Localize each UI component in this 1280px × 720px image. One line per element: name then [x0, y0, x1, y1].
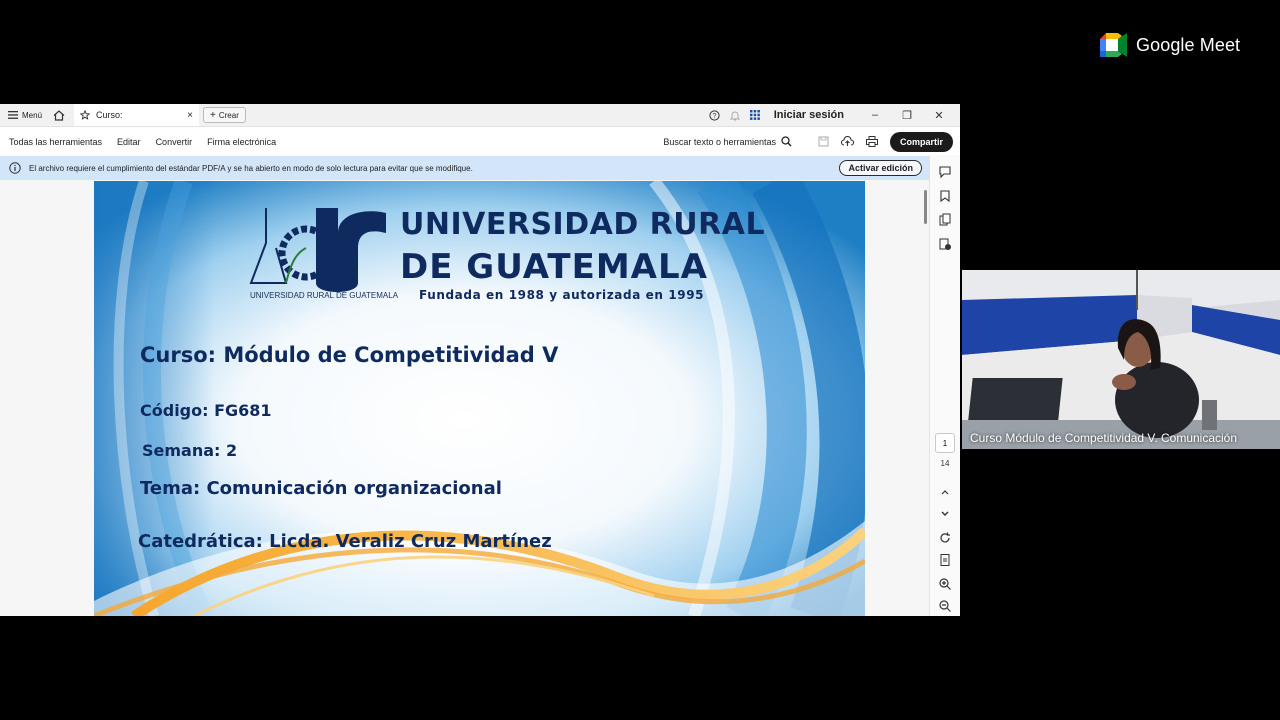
week-number: Semana: 2 [142, 441, 238, 460]
cloud-upload-icon[interactable] [840, 136, 854, 147]
create-button[interactable]: + Crear [203, 107, 246, 123]
share-button[interactable]: Compartir [889, 131, 953, 152]
search-tools-label: Buscar texto o herramientas [663, 136, 776, 147]
hamburger-icon [8, 111, 18, 119]
chevron-up-icon[interactable] [938, 485, 952, 499]
notification-bell-icon[interactable] [729, 110, 740, 121]
comment-icon[interactable] [938, 165, 952, 179]
teacher-name: Catedrática: Licda. Veraliz Cruz Martíne… [138, 531, 552, 552]
apps-grid-icon[interactable] [749, 110, 760, 120]
vertical-scrollbar[interactable] [924, 190, 927, 224]
all-tools-button[interactable]: Todas las herramientas [9, 137, 102, 147]
zoom-out-icon[interactable] [938, 599, 952, 613]
activate-editing-button[interactable]: Activar edición [839, 160, 922, 176]
search-icon [781, 136, 792, 147]
current-page-indicator[interactable]: 1 [935, 433, 955, 453]
university-name-line2: DE GUATEMALA [400, 247, 708, 287]
topic: Tema: Comunicación organizacional [140, 478, 502, 499]
edit-button[interactable]: Editar [117, 137, 141, 147]
zoom-in-icon[interactable] [938, 577, 952, 591]
founded-text: Fundada en 1988 y autorizada en 1995 [419, 288, 705, 302]
refresh-icon[interactable] [938, 531, 952, 545]
google-meet-logo-icon [1100, 33, 1127, 57]
close-tab-icon[interactable]: × [187, 110, 193, 121]
google-meet-brand: Google Meet [1100, 33, 1240, 57]
svg-text:?: ? [712, 113, 716, 120]
esign-button[interactable]: Firma electrónica [207, 137, 276, 147]
info-icon [9, 162, 21, 174]
security-icon[interactable] [938, 237, 952, 251]
close-window-icon[interactable]: ✕ [928, 109, 950, 122]
course-title: Curso: Módulo de Competitividad V [140, 343, 559, 367]
main-toolbar: Todas las herramientas Editar Convertir … [0, 127, 960, 156]
university-name-line1: UNIVERSIDAD RURAL [400, 207, 766, 242]
title-bar: Menú Curso: × + Crear ? Iniciar sesión –… [0, 104, 960, 127]
sign-in-button[interactable]: Iniciar sesión [774, 109, 844, 121]
pages-icon[interactable] [938, 213, 952, 227]
right-tools-rail: 1 14 [929, 155, 960, 616]
plus-icon: + [210, 109, 216, 121]
info-message: El archivo requiere el cumplimiento del … [29, 163, 473, 173]
menu-button[interactable]: Menú [0, 111, 50, 120]
bookmark-icon[interactable] [938, 189, 952, 203]
home-icon [53, 109, 65, 121]
help-icon[interactable]: ? [709, 109, 720, 121]
home-button[interactable] [50, 109, 68, 121]
participant-video [962, 270, 1280, 449]
university-logo-icon [249, 208, 386, 292]
save-icon[interactable] [818, 136, 829, 147]
restore-icon[interactable]: ❐ [896, 109, 918, 122]
convert-button[interactable]: Convertir [156, 137, 193, 147]
meet-brand-name: Google Meet [1136, 34, 1241, 55]
page-fit-icon[interactable] [938, 553, 952, 567]
star-icon[interactable] [80, 110, 91, 120]
chevron-down-icon[interactable] [938, 507, 952, 521]
create-label: Crear [218, 110, 239, 120]
print-icon[interactable] [865, 136, 878, 147]
course-code: Código: FG681 [140, 401, 272, 420]
read-only-info-bar: El archivo requiere el cumplimiento del … [0, 156, 930, 180]
participant-video-tile[interactable]: Curso Módulo de Competitividad V. Comuni… [962, 270, 1280, 449]
search-tools-field[interactable]: Buscar texto o herramientas [663, 136, 792, 147]
slide-page: UNIVERSIDAD RURAL DE GUATEMALA UNIVERSID… [94, 181, 865, 616]
logo-caption: UNIVERSIDAD RURAL DE GUATEMALA [250, 291, 399, 300]
minimize-icon[interactable]: – [864, 109, 886, 121]
menu-label: Menú [22, 110, 43, 120]
total-pages: 14 [940, 459, 950, 468]
participant-name: Curso Módulo de Competitividad V. Comuni… [970, 431, 1238, 445]
document-tab[interactable]: Curso: × [74, 104, 200, 126]
tab-title: Curso: [96, 110, 123, 120]
